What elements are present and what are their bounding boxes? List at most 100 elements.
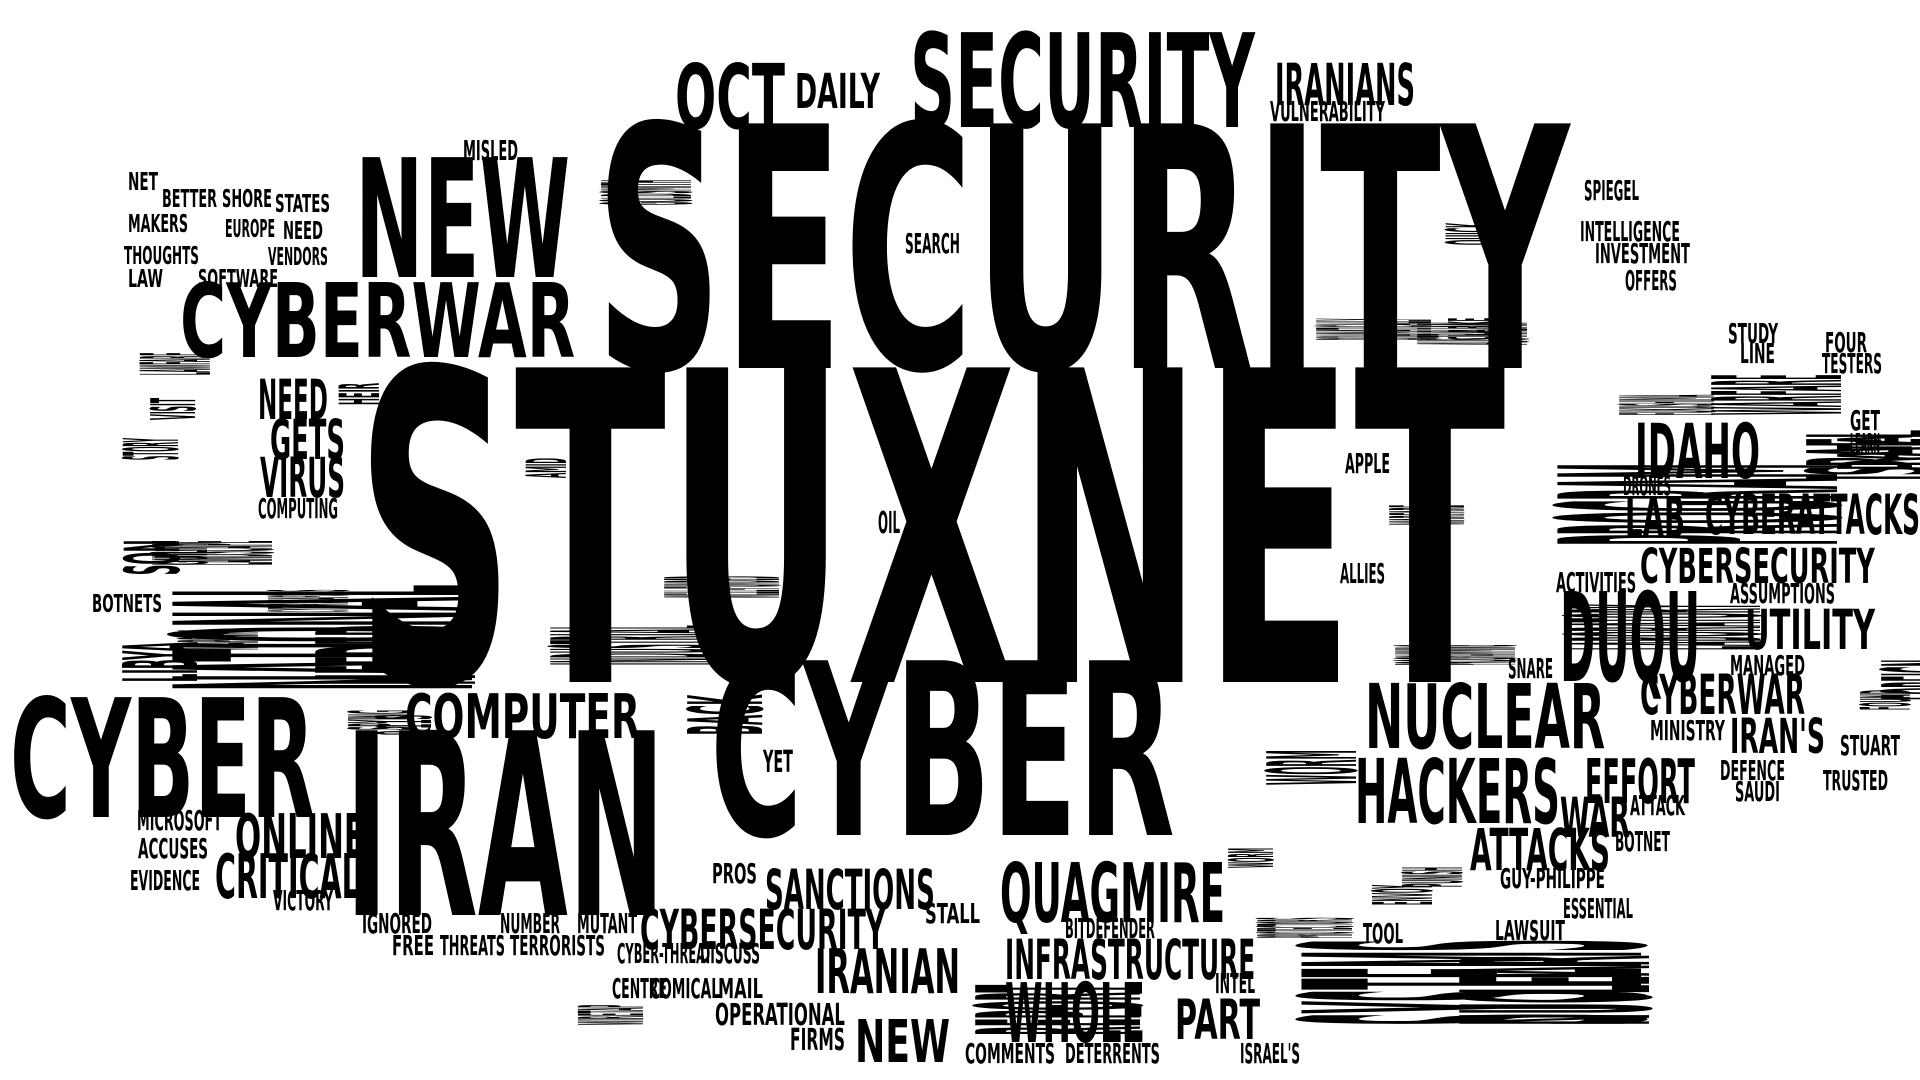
word-quick-112: QUICK bbox=[1431, 223, 1519, 245]
word-security-2: SECURITY bbox=[910, 6, 1255, 158]
word-intel-106: INTEL bbox=[1215, 969, 1256, 1000]
word-threats-90: THREATS bbox=[440, 931, 506, 962]
word-net-58: NET bbox=[128, 167, 158, 196]
word-cyberattacks-28: CYBERATTACKS bbox=[1705, 483, 1920, 547]
word-industrial-44: INDUSTRIAL bbox=[504, 625, 775, 665]
word-need-64: NEED bbox=[283, 216, 324, 245]
word-part-38: PART bbox=[1175, 988, 1261, 1052]
word-botnet-141: BOTNET bbox=[1615, 827, 1670, 858]
word-deterrents-105: DETERRENTS bbox=[1065, 1039, 1160, 1070]
word-needed-43: NEEDED bbox=[272, 625, 527, 685]
word-wiretap-96: WIRETAP bbox=[560, 1004, 664, 1025]
word-offers-122: OFFERS bbox=[1625, 266, 1677, 297]
word-stall-102: STALL bbox=[925, 899, 980, 930]
word-story-71: STORY bbox=[108, 438, 196, 460]
word-spiegel-119: SPIEGEL bbox=[1584, 176, 1640, 207]
word-amid-82: AMID bbox=[515, 457, 579, 478]
word-lab-29: LAB bbox=[1625, 486, 1686, 550]
word-ministry-135: MINISTRY bbox=[1650, 716, 1725, 747]
word-sanctions-22: SANCTIONS bbox=[765, 858, 935, 922]
word-investment-121: INVESTMENT bbox=[1595, 239, 1690, 270]
word-comical-98: COMICAL bbox=[650, 974, 720, 1005]
word-weaponry-79: WEAPONRY bbox=[156, 630, 284, 650]
word-evidence-86: EVIDENCE bbox=[130, 866, 201, 897]
word-israel-s-107: ISRAEL'S bbox=[1240, 1039, 1301, 1070]
word-saudi-138: SAUDI bbox=[1735, 777, 1780, 808]
word-virus-48: VIRUS bbox=[260, 446, 346, 510]
word-law-67: LAW bbox=[128, 264, 164, 293]
word-cyberwar-7: CYBERWAR bbox=[180, 263, 576, 382]
word-online-25: ONLINE bbox=[235, 801, 365, 873]
word-guy-philippe-142: GUY-PHILIPPE bbox=[1500, 864, 1605, 895]
word-apple-114: APPLE bbox=[1345, 449, 1390, 480]
word-comments-104: COMMENTS bbox=[965, 1039, 1056, 1070]
word-worm-148: WORM bbox=[1216, 848, 1288, 868]
word-yet-101: YET bbox=[763, 745, 793, 780]
word-iran-s-34: IRAN'S bbox=[1730, 709, 1825, 765]
word-lawsuit-144: LAWSUIT bbox=[1495, 916, 1565, 947]
word-vulnerability-42: VULNERABILITY bbox=[1270, 97, 1385, 128]
word-daily-40: DAILY bbox=[795, 64, 880, 120]
word-victory-87: VICTORY bbox=[273, 886, 333, 917]
word-search-108: SEARCH bbox=[905, 229, 960, 260]
word-goldsmith-69: GOLDSMITH bbox=[578, 180, 721, 205]
word-managed-133: MANAGED bbox=[1730, 651, 1805, 682]
word-9-11s-81: 9/11S bbox=[361, 714, 449, 735]
word-envoy-146: ENVOY bbox=[1357, 884, 1452, 905]
word-allies-116: ALLIES bbox=[1340, 559, 1386, 590]
word-stuart-136: STUART bbox=[1840, 731, 1901, 762]
word-europe-63: EUROPE bbox=[225, 214, 276, 243]
word-guilty-76: GUILTY bbox=[141, 542, 224, 565]
word-terrorists-92: TERRORISTS bbox=[510, 931, 605, 962]
word-free-89: FREE bbox=[392, 931, 435, 962]
word-well-funded-83: WELL-FUNDED bbox=[634, 576, 817, 598]
word-thoughts-65: THOUGHTS bbox=[124, 241, 199, 270]
word-clarke-113: CLARKE bbox=[1436, 317, 1508, 340]
word-protectors-149: PROTECTORS bbox=[1231, 917, 1383, 938]
word-fukushima-123: FUKUSHIMA bbox=[1593, 394, 1745, 415]
word-software-68: SOFTWARE bbox=[198, 264, 279, 293]
word-found-134: FOUND bbox=[1847, 689, 1920, 710]
word-systems-12: SYSTEMS bbox=[1209, 939, 1751, 1025]
word-visit-72: VISIT bbox=[138, 398, 210, 420]
word-activities-131: ACTIVITIES bbox=[1556, 568, 1637, 599]
word-testers-127: TESTERS bbox=[1822, 349, 1882, 380]
word-iran-3: IRAN bbox=[345, 680, 666, 975]
word-worm-46: WORM bbox=[1243, 750, 1386, 785]
word-snare-118: SNARE bbox=[1508, 654, 1553, 685]
word-new-54: NEW bbox=[855, 1007, 951, 1076]
word-back-45: BACK bbox=[668, 694, 787, 735]
word-programming-117: PROGRAMMING bbox=[1362, 644, 1554, 665]
word-oil-109: OIL bbox=[878, 506, 901, 541]
word-discuss-95: DISCUSS bbox=[700, 939, 760, 970]
word-drones-130: DRONES bbox=[1623, 471, 1672, 502]
word-accuses-85: ACCUSES bbox=[138, 834, 209, 865]
word-heir-74: HEIR bbox=[328, 382, 392, 405]
word-need-49: NEED bbox=[258, 368, 328, 432]
word-oct-39: OCT bbox=[675, 45, 785, 149]
word-assumptions-132: ASSUMPTIONS bbox=[1730, 579, 1835, 610]
word-bitdefender-103: BITDEFENDER bbox=[1065, 914, 1155, 945]
word-cloud: STUXNET SECURITY SECURITY IRAN CYBER CYBER NEW… bbox=[0, 0, 1920, 1080]
word-new-6: NEW bbox=[355, 124, 571, 316]
word-better-59: BETTER bbox=[162, 184, 217, 213]
word-utility-31: UTILITY bbox=[1745, 598, 1875, 662]
word-trusted-139: TRUSTED bbox=[1823, 766, 1888, 797]
word-firms-56: FIRMS bbox=[790, 1023, 845, 1058]
word-mutant-93: MUTANT bbox=[577, 909, 638, 940]
word-report-23: REPORT bbox=[931, 984, 1194, 1035]
word-cyber-threat-94: CYBER-THREAT bbox=[617, 939, 712, 970]
word-shore-60: SHORE bbox=[222, 184, 272, 213]
word-botnets-78: BOTNETS bbox=[92, 589, 162, 618]
word-mail-99: MAIL bbox=[718, 974, 763, 1005]
word-essential-143: ESSENTIAL bbox=[1563, 894, 1633, 925]
word-makers-62: MAKERS bbox=[128, 209, 189, 238]
word-punish-147: PUNISH bbox=[1387, 867, 1482, 887]
word-warfare-115: WARFARE bbox=[1370, 505, 1489, 525]
word-laboratory-30: LABORATORY bbox=[1512, 604, 1823, 650]
word-states-61: STATES bbox=[275, 189, 330, 218]
word-microsoft-84: MICROSOFT bbox=[137, 806, 222, 837]
word-misled-57: MISLED bbox=[463, 136, 519, 167]
word-line-125: LINE bbox=[1740, 339, 1775, 370]
word-cyberweapon-s-77: CYBERWEAPON'S bbox=[246, 589, 374, 612]
